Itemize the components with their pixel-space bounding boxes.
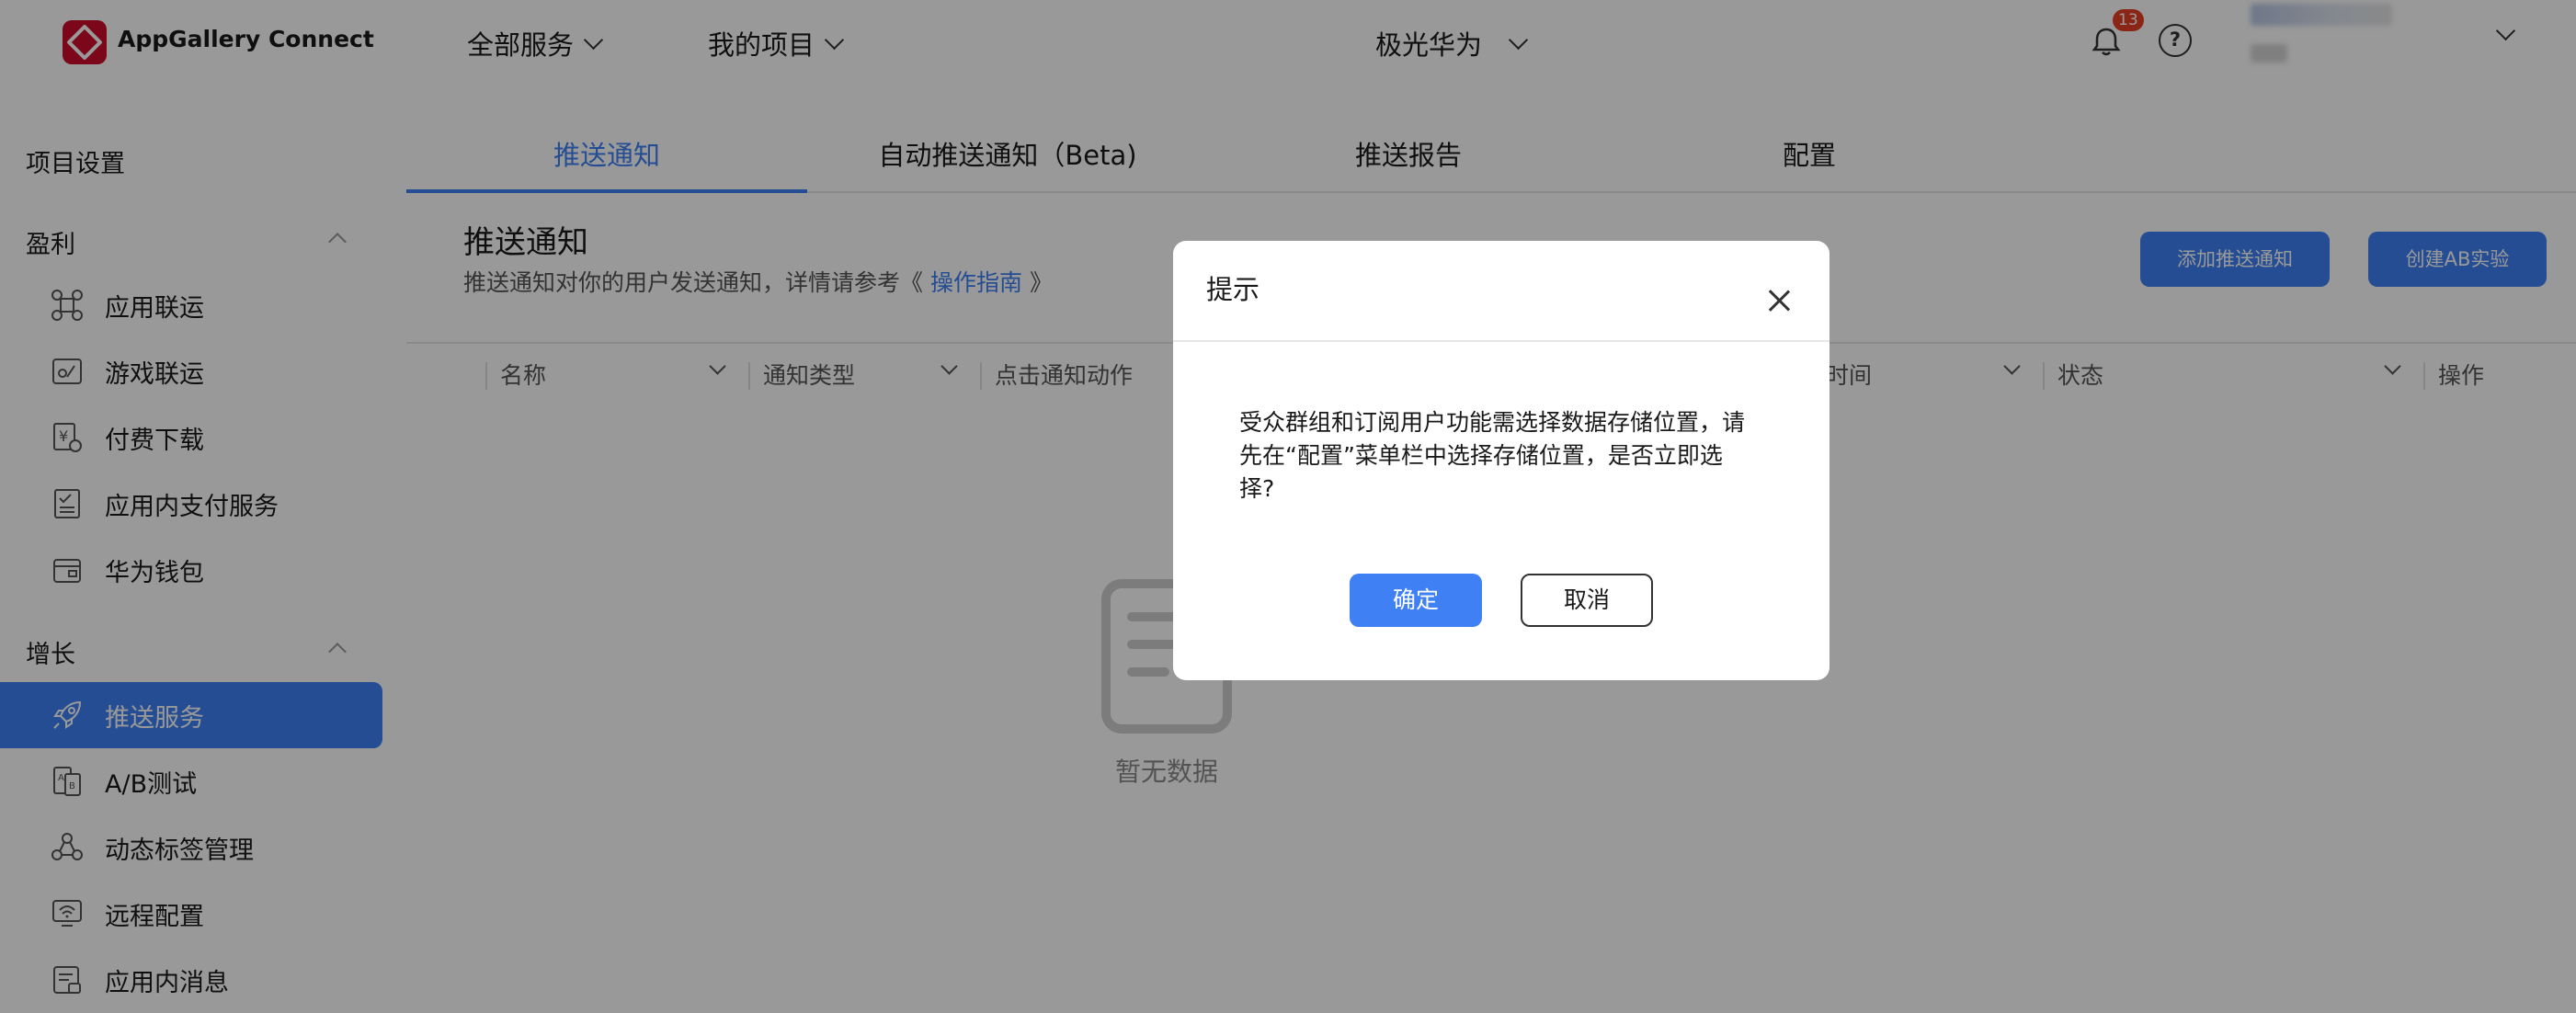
prompt-dialog: 提示 受众群组和订阅用户功能需选择数据存储位置，请先在“配置”菜单栏中选择存储位… (1173, 241, 1829, 680)
close-icon[interactable] (1765, 287, 1793, 314)
confirm-button[interactable]: 确定 (1350, 574, 1482, 627)
dialog-divider (1173, 340, 1829, 342)
cancel-button[interactable]: 取消 (1521, 574, 1653, 627)
dialog-message: 受众群组和订阅用户功能需选择数据存储位置，请先在“配置”菜单栏中选择存储位置，是… (1239, 409, 1746, 502)
dialog-title: 提示 (1206, 274, 1260, 305)
